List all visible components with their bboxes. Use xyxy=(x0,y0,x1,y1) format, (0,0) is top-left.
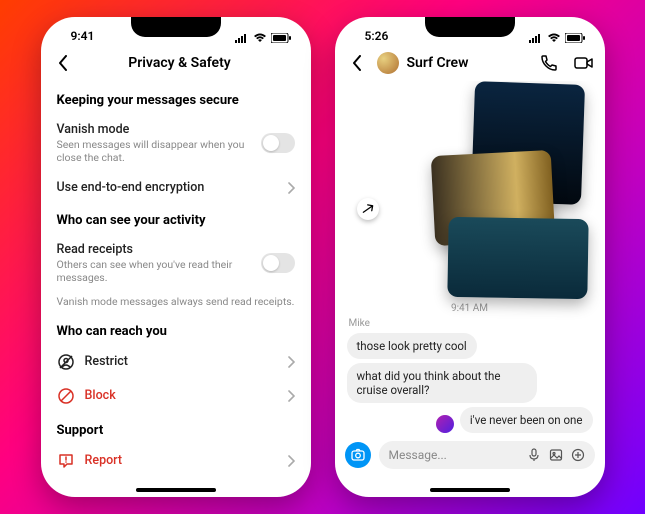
chat-body: 9:41 AM Mike those look pretty cool what… xyxy=(335,81,605,497)
message-composer: Message... xyxy=(345,441,595,469)
header: Privacy & Safety xyxy=(41,45,311,81)
section-support-title: Support xyxy=(57,423,295,438)
e2e-row[interactable]: Use end-to-end encryption xyxy=(57,172,295,203)
message-row: what did you think about the cruise over… xyxy=(335,361,605,405)
status-time: 9:41 xyxy=(71,29,95,43)
restrict-label: Restrict xyxy=(85,354,278,369)
read-receipts-sub: Others can see when you've read their me… xyxy=(57,258,251,284)
restrict-icon xyxy=(57,353,75,371)
read-receipts-row[interactable]: Read receipts Others can see when you've… xyxy=(57,234,295,292)
message-input[interactable]: Message... xyxy=(379,441,595,469)
e2e-label: Use end-to-end encryption xyxy=(57,180,278,195)
message-row-self: i've never been on one xyxy=(335,405,605,435)
plus-icon[interactable] xyxy=(571,448,585,462)
message-bubble[interactable]: those look pretty cool xyxy=(347,333,477,359)
block-icon xyxy=(57,387,75,405)
settings-content: Keeping your messages secure Vanish mode… xyxy=(41,81,311,497)
notch xyxy=(131,17,221,37)
vanish-mode-row[interactable]: Vanish mode Seen messages will disappear… xyxy=(57,114,295,172)
block-label: Block xyxy=(85,388,278,403)
signal-icon xyxy=(235,33,249,43)
vanish-note: Vanish mode messages always send read re… xyxy=(57,293,295,314)
battery-icon xyxy=(565,33,585,43)
photo-stack[interactable] xyxy=(347,83,593,293)
block-row[interactable]: Block xyxy=(57,379,295,413)
timestamp: 9:41 AM xyxy=(335,303,605,314)
call-icon[interactable] xyxy=(539,53,559,73)
section-secure-title: Keeping your messages secure xyxy=(57,93,295,108)
page-title: Privacy & Safety xyxy=(59,55,301,71)
report-label: Report xyxy=(85,453,278,468)
video-icon[interactable] xyxy=(573,53,595,73)
status-time: 5:26 xyxy=(365,29,389,43)
notch xyxy=(425,17,515,37)
phone-right: 5:26 Surf Crew xyxy=(335,17,605,497)
image-icon[interactable] xyxy=(549,448,563,462)
message-bubble[interactable]: what did you think about the cruise over… xyxy=(347,363,537,403)
mic-icon[interactable] xyxy=(527,448,541,462)
camera-button[interactable] xyxy=(345,442,371,468)
message-bubble[interactable]: i've never been on one xyxy=(460,407,593,433)
chevron-right-icon xyxy=(288,455,295,467)
chevron-right-icon xyxy=(288,182,295,194)
message-placeholder: Message... xyxy=(389,448,519,462)
battery-icon xyxy=(271,33,291,43)
photo-3[interactable] xyxy=(447,217,588,299)
signal-icon xyxy=(529,33,543,43)
section-activity-title: Who can see your activity xyxy=(57,213,295,228)
read-receipts-toggle[interactable] xyxy=(261,253,295,273)
sender-name: Mike xyxy=(335,318,605,331)
home-indicator[interactable] xyxy=(430,488,510,492)
message-row: those look pretty cool xyxy=(335,331,605,361)
phone-left: 9:41 Privacy & Safety Keeping your messa… xyxy=(41,17,311,497)
back-button[interactable] xyxy=(345,55,369,71)
section-reach-title: Who can reach you xyxy=(57,324,295,339)
vanish-mode-label: Vanish mode xyxy=(57,122,251,137)
vanish-mode-sub: Seen messages will disappear when you cl… xyxy=(57,138,251,164)
chevron-right-icon xyxy=(288,390,295,402)
wifi-icon xyxy=(253,33,267,43)
report-row[interactable]: Report xyxy=(57,444,295,478)
read-receipts-label: Read receipts xyxy=(57,242,251,257)
chevron-right-icon xyxy=(288,356,295,368)
wifi-icon xyxy=(547,33,561,43)
chat-title[interactable]: Surf Crew xyxy=(407,55,469,71)
restrict-row[interactable]: Restrict xyxy=(57,345,295,379)
vanish-mode-toggle[interactable] xyxy=(261,133,295,153)
report-icon xyxy=(57,452,75,470)
chat-avatar[interactable] xyxy=(377,52,399,74)
home-indicator[interactable] xyxy=(136,488,216,492)
forward-button[interactable] xyxy=(357,198,379,220)
chat-header: Surf Crew xyxy=(335,45,605,81)
self-avatar xyxy=(436,415,454,433)
